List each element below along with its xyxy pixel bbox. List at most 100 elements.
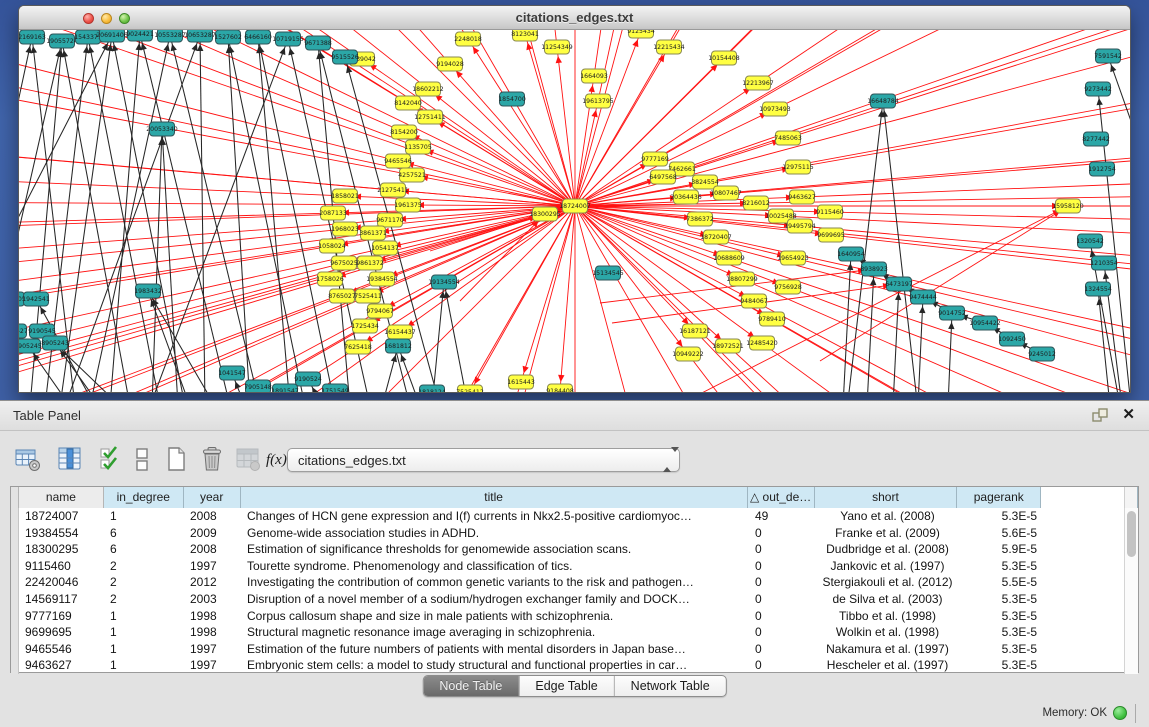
graph-node[interactable]: 6466160 <box>244 30 272 44</box>
cell-short[interactable]: Wolkin et al. (1998) <box>816 624 959 641</box>
graph-node[interactable]: 1210354 <box>1090 256 1118 270</box>
cell-outde[interactable]: 0 <box>749 558 816 575</box>
graph-node[interactable]: 19384554 <box>366 272 398 286</box>
graph-node[interactable]: 18807299 <box>726 272 758 286</box>
graph-node[interactable]: 3861371 <box>359 226 387 240</box>
cell-short[interactable]: Jankovic et al. (1997) <box>816 558 959 575</box>
show-column-icon[interactable] <box>54 443 86 475</box>
cell-outde[interactable]: 0 <box>749 574 816 591</box>
cell-title[interactable]: Tourette syndrome. Phenomenology and cla… <box>241 558 749 575</box>
graph-node[interactable]: 10653287 <box>184 30 216 42</box>
graph-node[interactable]: 10553287 <box>154 30 186 42</box>
graph-node[interactable]: 1961375 <box>394 198 422 212</box>
cell-short[interactable]: Yano et al. (2008) <box>816 508 959 525</box>
graph-node[interactable]: 1942541 <box>22 292 50 306</box>
graph-node[interactable]: 6473197 <box>885 277 913 291</box>
graph-node[interactable]: 1905245 <box>19 339 42 353</box>
graph-node[interactable]: 2087133 <box>319 206 347 220</box>
graph-node[interactable]: 9861372 <box>356 256 384 270</box>
cell-pagerank[interactable]: 5.3E-5 <box>959 624 1043 641</box>
graph-node[interactable]: 1058024 <box>318 239 346 253</box>
table-row[interactable]: 1938455462009Genome-wide association stu… <box>11 525 1124 542</box>
cell-year[interactable]: 1997 <box>184 657 241 674</box>
cell-outde[interactable]: 0 <box>749 541 816 558</box>
graph-node[interactable]: 2169163 <box>19 30 46 44</box>
cell-indegree[interactable]: 1 <box>104 608 184 625</box>
graph-node[interactable]: 19654923 <box>777 251 809 265</box>
cell-short[interactable]: Dudbridge et al. (2008) <box>816 541 959 558</box>
graph-node[interactable]: 9484067 <box>740 294 768 308</box>
graph-node[interactable]: 9474444 <box>909 290 937 304</box>
graph-node[interactable]: 12485420 <box>746 336 778 350</box>
cell-pagerank[interactable]: 5.3E-5 <box>959 508 1043 525</box>
cell-title[interactable]: Embryonic stem cells: a model to study s… <box>241 657 749 674</box>
graph-node[interactable]: 18720407 <box>700 230 732 244</box>
cell-year[interactable]: 1997 <box>184 558 241 575</box>
graph-node[interactable]: 12975115 <box>782 160 814 174</box>
graph-node[interactable]: 9777169 <box>641 152 669 166</box>
graph-node[interactable]: 12213967 <box>742 76 774 90</box>
table-row[interactable]: 911546021997Tourette syndrome. Phenomeno… <box>11 558 1124 575</box>
cell-year[interactable]: 2008 <box>184 508 241 525</box>
cell-name[interactable]: 9465546 <box>19 641 104 658</box>
cell-name[interactable]: 22420046 <box>19 574 104 591</box>
cell-outde[interactable]: 49 <box>749 508 816 525</box>
column-header-short[interactable]: short <box>815 487 958 508</box>
tab-edge-table[interactable]: Edge Table <box>519 676 614 696</box>
cell-name[interactable]: 9115460 <box>19 558 104 575</box>
graph-node[interactable]: 7525412 <box>456 385 484 393</box>
graph-node[interactable]: 1135705 <box>404 140 432 154</box>
graph-node[interactable]: 10973493 <box>759 102 791 116</box>
vertical-scrollbar[interactable] <box>1124 508 1138 674</box>
graph-node[interactable]: 19134554 <box>428 275 460 289</box>
graph-node[interactable]: 10154408 <box>708 51 740 65</box>
graph-node[interactable]: 9273442 <box>1084 82 1112 96</box>
table-row[interactable]: 946554611997Estimation of the future num… <box>11 641 1124 658</box>
cell-year[interactable]: 2008 <box>184 541 241 558</box>
cell-outde[interactable]: 0 <box>749 624 816 641</box>
graph-node[interactable]: 8938923 <box>860 262 888 276</box>
graph-node[interactable]: 1818124 <box>418 385 446 393</box>
graph-node[interactable]: 9699695 <box>817 228 845 242</box>
cell-indegree[interactable]: 1 <box>104 641 184 658</box>
graph-node[interactable]: 1758026 <box>316 272 344 286</box>
delete-trash-icon[interactable] <box>196 443 228 475</box>
column-header-outde[interactable]: △ out_de… <box>748 487 815 508</box>
cell-title[interactable]: Genome-wide association studies in ADHD. <box>241 525 749 542</box>
graph-node[interactable]: 9190524 <box>294 372 322 386</box>
cell-outde[interactable]: 0 <box>749 591 816 608</box>
graph-node[interactable]: 10719155 <box>272 32 304 46</box>
scrollbar-thumb[interactable] <box>1127 511 1136 557</box>
new-table-icon[interactable] <box>160 443 192 475</box>
graph-node[interactable]: 1854700 <box>498 92 526 106</box>
cell-outde[interactable]: 0 <box>749 641 816 658</box>
graph-node[interactable]: 1640954 <box>837 247 865 261</box>
graph-node[interactable]: 1041547 <box>218 366 246 380</box>
graph-node[interactable]: 7525411 <box>354 289 382 303</box>
graph-node[interactable]: 9671170 <box>376 213 404 227</box>
graph-node[interactable]: 10954422 <box>969 316 1001 330</box>
cell-year[interactable]: 1998 <box>184 624 241 641</box>
graph-node[interactable]: 9014752 <box>938 306 966 320</box>
graph-node[interactable]: 9515526 <box>331 50 359 64</box>
cell-title[interactable]: Estimation of the future numbers of pati… <box>241 641 749 658</box>
graph-node[interactable]: 1983432 <box>134 284 162 298</box>
float-icon[interactable] <box>1092 408 1108 422</box>
graph-node[interactable]: 20364436 <box>670 190 702 204</box>
cell-pagerank[interactable]: 5.9E-5 <box>959 541 1043 558</box>
graph-node[interactable]: 9671388 <box>304 36 332 50</box>
graph-node[interactable]: 1092450 <box>998 332 1026 346</box>
column-header-name[interactable]: name <box>19 487 104 508</box>
cell-indegree[interactable]: 1 <box>104 624 184 641</box>
graph-node[interactable]: 1664093 <box>580 69 608 83</box>
graph-node[interactable]: 9463627 <box>788 190 816 204</box>
graph-node[interactable]: 9756928 <box>774 280 802 294</box>
graph-node[interactable]: 15958120 <box>1052 199 1084 213</box>
column-header-pagerank[interactable]: pagerank <box>957 487 1041 508</box>
graph-node[interactable]: 8765027 <box>328 289 356 303</box>
graph-node[interactable]: 1858021 <box>331 189 359 203</box>
network-canvas[interactable]: 1872400719390422248018812304111254349166… <box>19 30 1131 393</box>
cell-name[interactable]: 9777169 <box>19 608 104 625</box>
graph-node[interactable]: 10949222 <box>672 347 704 361</box>
cell-outde[interactable]: 0 <box>749 657 816 674</box>
